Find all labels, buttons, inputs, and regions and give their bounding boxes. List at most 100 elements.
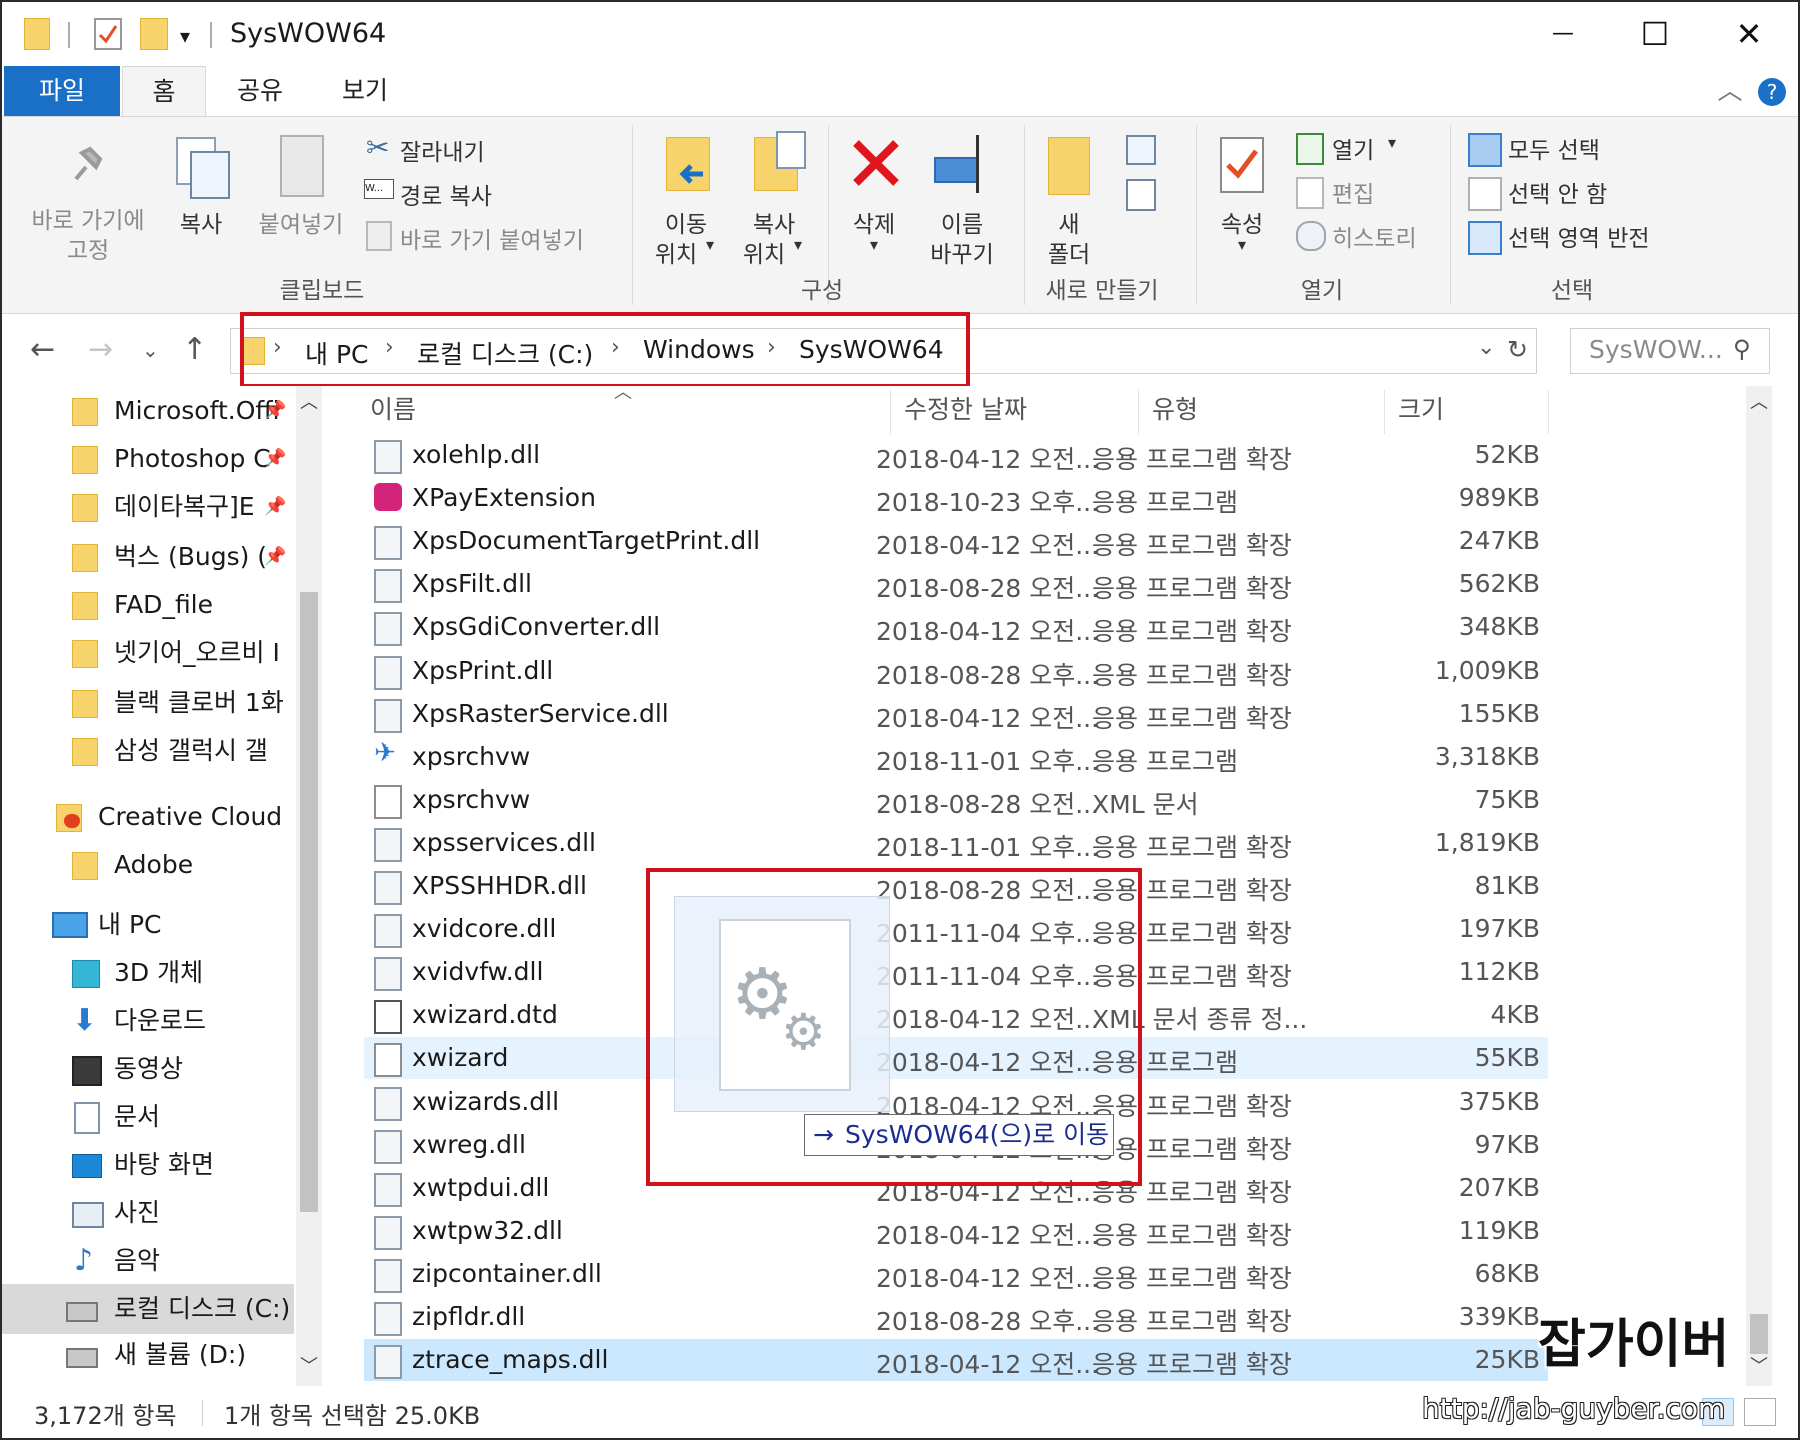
nav-scrollbar-thumb[interactable] <box>300 592 318 1212</box>
scroll-down-icon[interactable]: ﹀ <box>1750 1352 1768 1378</box>
file-row[interactable]: xpsrchvw 2018-08-28 오전... XML 문서 75KB <box>364 779 1548 821</box>
nav-item-adobe[interactable]: Adobe <box>72 844 292 886</box>
help-icon[interactable]: ? <box>1758 78 1786 106</box>
file-row[interactable]: XpsDocumentTargetPrint.dll 2018-04-12 오전.… <box>364 520 1548 562</box>
chevron-down-icon: ▾ <box>869 235 879 254</box>
file-name: xvidcore.dll <box>412 914 557 944</box>
file-date: 2018-04-12 오전... <box>876 703 1100 733</box>
divider <box>210 22 212 48</box>
search-box[interactable]: SysWOW... ⚲ <box>1570 328 1770 374</box>
search-input[interactable]: SysWOW... <box>1589 335 1723 364</box>
nav-item-videos[interactable]: 동영상 <box>72 1048 292 1090</box>
nav-item-local-disk-c[interactable]: 로컬 디스크 (C:) <box>66 1288 292 1330</box>
file-size: 52KB <box>1474 440 1540 469</box>
invert-selection-icon <box>1468 221 1502 255</box>
dll-file-icon <box>374 871 402 905</box>
column-header-size[interactable]: 크기 <box>1398 390 1444 426</box>
nav-scrollbar[interactable]: ︿ ﹀ <box>296 386 322 1386</box>
file-row[interactable]: xwtpw32.dll 2018-04-12 오전... 응용 프로그램 확장 119… <box>364 1210 1548 1252</box>
nav-item-desktop[interactable]: 바탕 화면 <box>72 1144 292 1186</box>
chevron-down-icon: ▾ <box>794 235 803 254</box>
file-name: XPayExtension <box>412 483 596 513</box>
close-button[interactable]: ✕ <box>1704 10 1794 58</box>
nav-item-documents[interactable]: 문서 <box>72 1096 292 1138</box>
file-row[interactable]: ztrace_maps.dll 2018-04-12 오전... 응용 프로그램 확… <box>364 1339 1548 1382</box>
file-size: 207KB <box>1458 1172 1540 1202</box>
tab-share[interactable]: 공유 <box>220 66 300 116</box>
dll-file-icon <box>374 1345 402 1380</box>
file-name: xpsservices.dll <box>412 827 596 857</box>
file-date: 2018-08-28 오후... <box>876 1307 1100 1336</box>
refresh-icon[interactable]: ↻ <box>1507 335 1528 364</box>
file-type: 응용 프로그램 확장 <box>1092 445 1292 474</box>
back-arrow-icon[interactable]: ← <box>30 332 55 367</box>
list-scrollbar-thumb[interactable] <box>1750 1314 1768 1354</box>
scroll-down-icon[interactable]: ﹀ <box>300 1352 318 1378</box>
column-header-type[interactable]: 유형 <box>1152 390 1198 426</box>
nav-item-3d-objects[interactable]: 3D 개체 <box>72 952 292 994</box>
nav-item-label: Creative Cloud Fil <box>98 802 292 831</box>
monitor-icon <box>52 912 88 938</box>
pin-label-2: 고정 <box>66 238 110 264</box>
nav-item-pictures[interactable]: 사진 <box>72 1192 292 1234</box>
nav-item-downloads[interactable]: ⬇ 다운로드 <box>72 1000 292 1042</box>
divider <box>1548 390 1549 434</box>
nav-item-this-pc[interactable]: 내 PC <box>52 904 292 946</box>
new-item-icon[interactable] <box>1126 135 1156 165</box>
tab-view[interactable]: 보기 <box>324 66 406 116</box>
large-icons-view-icon[interactable] <box>1744 1398 1776 1426</box>
easy-access-icon[interactable] <box>1126 179 1156 211</box>
maximize-button[interactable]: ☐ <box>1610 10 1700 58</box>
collapse-ribbon-icon[interactable]: ︿ <box>1710 66 1750 116</box>
file-row[interactable]: xpsservices.dll 2018-11-01 오후... 응용 프로그램 확… <box>364 822 1548 864</box>
forward-arrow-icon[interactable]: → <box>88 332 113 367</box>
file-name: XpsGdiConverter.dll <box>412 612 661 642</box>
customize-quick-access-icon[interactable]: ▾ <box>180 24 190 58</box>
file-row[interactable]: XpsPrint.dll 2018-08-28 오후... 응용 프로그램 확장 1,… <box>364 650 1548 692</box>
tab-home[interactable]: 홈 <box>122 66 206 117</box>
recent-locations-icon[interactable]: ⌄ <box>142 338 159 362</box>
properties-quick-icon[interactable] <box>94 18 122 50</box>
nav-item-photoshop[interactable]: Photoshop C 📌 <box>72 438 292 480</box>
scissors-icon: ✂ <box>366 131 390 164</box>
nav-item-creative-cloud[interactable]: Creative Cloud Fil <box>56 796 292 838</box>
pin-icon: 📌 <box>264 448 287 469</box>
nav-item-music[interactable]: ♪ 음악 <box>72 1240 292 1282</box>
file-row[interactable]: XpsRasterService.dll 2018-04-12 오전... 응용 프… <box>364 693 1548 735</box>
column-header-name[interactable]: 이름 <box>370 390 416 426</box>
chevron-down-icon[interactable]: ⌄ <box>1477 335 1495 360</box>
nav-item-samsung-galaxy[interactable]: 삼성 갤럭시 갤 <box>72 730 292 772</box>
nav-item-fad-file[interactable]: FAD_file <box>72 584 292 626</box>
up-arrow-icon[interactable]: ↑ <box>182 332 207 367</box>
nav-item-black-clover[interactable]: 블랙 클로버 1화 <box>72 682 292 724</box>
nav-item-microsoft-office[interactable]: Microsoft.Offi 📌 <box>72 390 292 432</box>
file-row[interactable]: XpsFilt.dll 2018-08-28 오전... 응용 프로그램 확장 562… <box>364 563 1548 605</box>
file-type: 응용 프로그램 <box>1092 746 1238 776</box>
copy-icon-back <box>190 151 230 199</box>
scroll-up-icon[interactable]: ︿ <box>1750 388 1768 414</box>
file-name: XPSSHHDR.dll <box>412 871 587 900</box>
file-name: xpsrchvw <box>412 784 531 814</box>
nav-item-data-recovery[interactable]: 데이타복구]E 📌 <box>72 486 292 528</box>
file-row[interactable]: XpsGdiConverter.dll 2018-04-12 오전... 응용 프로… <box>364 606 1548 648</box>
nav-item-new-volume-d[interactable]: 새 볼륨 (D:) <box>66 1334 292 1368</box>
list-scrollbar[interactable]: ︿ ﹀ <box>1746 386 1772 1386</box>
file-row[interactable]: xolehlp.dll 2018-04-12 오전... 응용 프로그램 확장 52K… <box>364 434 1548 476</box>
nav-item-label: 로컬 디스크 (C:) <box>114 1294 291 1323</box>
nav-item-netgear[interactable]: 넷기어_오르비 I <box>72 632 292 674</box>
file-row[interactable]: XPayExtension 2018-10-23 오후... 응용 프로그램 989K… <box>364 477 1548 519</box>
file-date: 2018-08-28 오후... <box>876 660 1100 690</box>
nav-item-label: Photoshop C <box>114 444 271 473</box>
scroll-up-icon[interactable]: ︿ <box>300 388 318 414</box>
file-row[interactable]: ✈ xpsrchvw 2018-11-01 오후... 응용 프로그램 3,318KB <box>364 736 1548 778</box>
folder-icon <box>72 398 98 426</box>
new-folder-quick-icon[interactable] <box>140 18 168 50</box>
file-row[interactable]: zipcontainer.dll 2018-04-12 오전... 응용 프로그램 … <box>364 1253 1548 1295</box>
file-size: 81KB <box>1474 871 1540 900</box>
column-header-date[interactable]: 수정한 날짜 <box>904 390 1027 426</box>
nav-item-bugs[interactable]: 벅스 (Bugs) ( 📌 <box>72 536 292 578</box>
sort-ascending-icon: ︿ <box>614 382 632 403</box>
file-row[interactable]: zipfldr.dll 2018-08-28 오후... 응용 프로그램 확장 339… <box>364 1296 1548 1338</box>
tab-file[interactable]: 파일 <box>4 66 120 116</box>
minimize-button[interactable]: — <box>1518 10 1608 58</box>
